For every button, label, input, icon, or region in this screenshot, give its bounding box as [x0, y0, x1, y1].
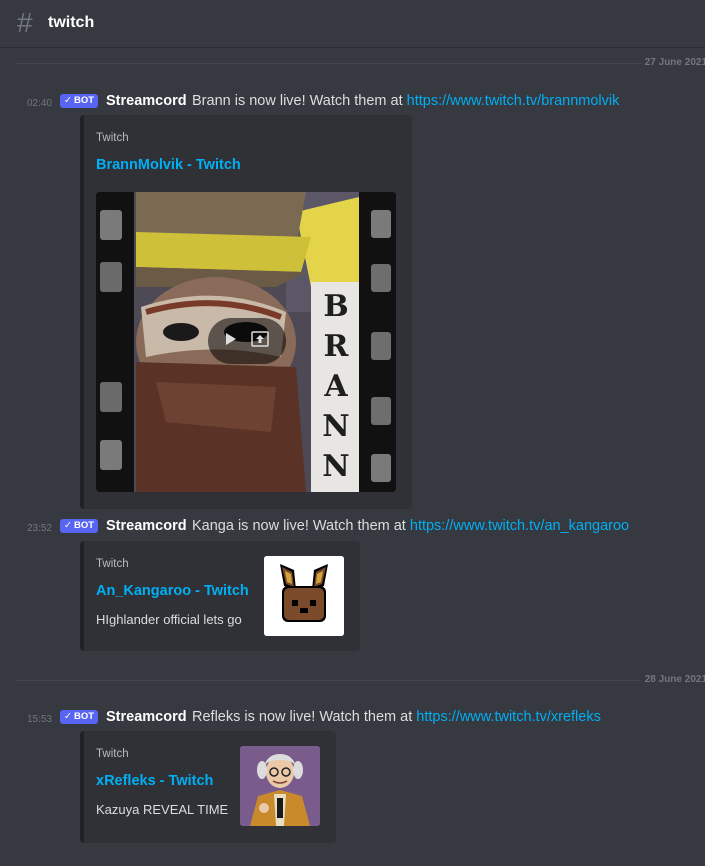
poster-letter: A [324, 369, 348, 404]
message-link[interactable]: https://www.twitch.tv/brannmolvik [407, 93, 620, 109]
channel-name: twitch [48, 14, 95, 31]
play-icon[interactable] [225, 332, 237, 351]
video-controls [208, 318, 286, 364]
date-divider: 27 June 2021 [16, 57, 705, 68]
message-author[interactable]: Streamcord [106, 93, 187, 109]
message-content: Refleks is now live! Watch them at https… [192, 709, 601, 725]
message-text: Kanga is now live! Watch them at [192, 518, 410, 534]
embed-title-link[interactable]: xRefleks - Twitch [96, 773, 213, 789]
date-divider-label: 27 June 2021 [640, 57, 705, 68]
poster-letter: N [322, 409, 350, 444]
bot-badge-label: BOT [73, 520, 95, 531]
message-author[interactable]: Streamcord [106, 709, 187, 725]
message-content: Brann is now live! Watch them at https:/… [192, 93, 619, 109]
embed-provider: Twitch [96, 132, 129, 144]
link-embed: Twitch xRefleks - Twitch Kazuya REVEAL T… [80, 731, 336, 843]
embed-title-link[interactable]: An_Kangaroo - Twitch [96, 583, 249, 599]
message-link[interactable]: https://www.twitch.tv/an_kangaroo [410, 518, 629, 534]
checkmark-icon: ✓ [64, 520, 72, 531]
bot-badge: ✓ BOT [60, 519, 99, 533]
open-external-icon[interactable] [251, 330, 269, 352]
embed-thumbnail[interactable] [264, 556, 344, 636]
bot-badge-label: BOT [73, 95, 95, 106]
message-text: Brann is now live! Watch them at [192, 93, 407, 109]
embed-provider: Twitch [96, 748, 129, 760]
embed-description: HIghlander official lets go [96, 612, 242, 627]
message-content: Kanga is now live! Watch them at https:/… [192, 518, 629, 534]
poster-title: B R A N N [318, 287, 354, 487]
bot-badge: ✓ BOT [60, 710, 99, 724]
checkmark-icon: ✓ [64, 95, 72, 106]
embed-title-link[interactable]: BrannMolvik - Twitch [96, 157, 241, 173]
checkmark-icon: ✓ [64, 711, 72, 722]
hash-icon: # [17, 7, 33, 38]
character-avatar-image [240, 746, 320, 826]
message-timestamp[interactable]: 23:52 [0, 523, 52, 534]
embed-description: Kazuya REVEAL TIME [96, 802, 229, 817]
message: 02:40 ✓ BOT Streamcord Brann is now live… [0, 93, 705, 113]
message-timestamp[interactable]: 02:40 [0, 98, 52, 109]
bot-badge-label: BOT [73, 711, 95, 722]
poster-letter: R [323, 329, 349, 364]
message: 15:53 ✓ BOT Streamcord Refleks is now li… [0, 709, 705, 729]
message-link[interactable]: https://www.twitch.tv/xrefleks [416, 709, 601, 725]
bot-badge: ✓ BOT [60, 94, 99, 108]
poster-letter: N [322, 449, 350, 484]
message-text: Refleks is now live! Watch them at [192, 709, 417, 725]
embed-thumbnail[interactable] [240, 746, 320, 826]
link-embed: Twitch BrannMolvik - Twitch B R A N N [80, 115, 412, 509]
poster-letter: B [323, 289, 349, 324]
kangaroo-avatar-image [264, 556, 344, 636]
link-embed: Twitch An_Kangaroo - Twitch HIghlander o… [80, 541, 360, 651]
message-timestamp[interactable]: 15:53 [0, 714, 52, 725]
channel-header: # twitch [0, 0, 705, 48]
embed-provider: Twitch [96, 558, 129, 570]
message-author[interactable]: Streamcord [106, 518, 187, 534]
date-divider-label: 28 June 2021 [640, 674, 705, 685]
message: 23:52 ✓ BOT Streamcord Kanga is now live… [0, 518, 705, 538]
date-divider: 28 June 2021 [16, 674, 705, 685]
embed-video[interactable]: B R A N N [96, 192, 396, 492]
